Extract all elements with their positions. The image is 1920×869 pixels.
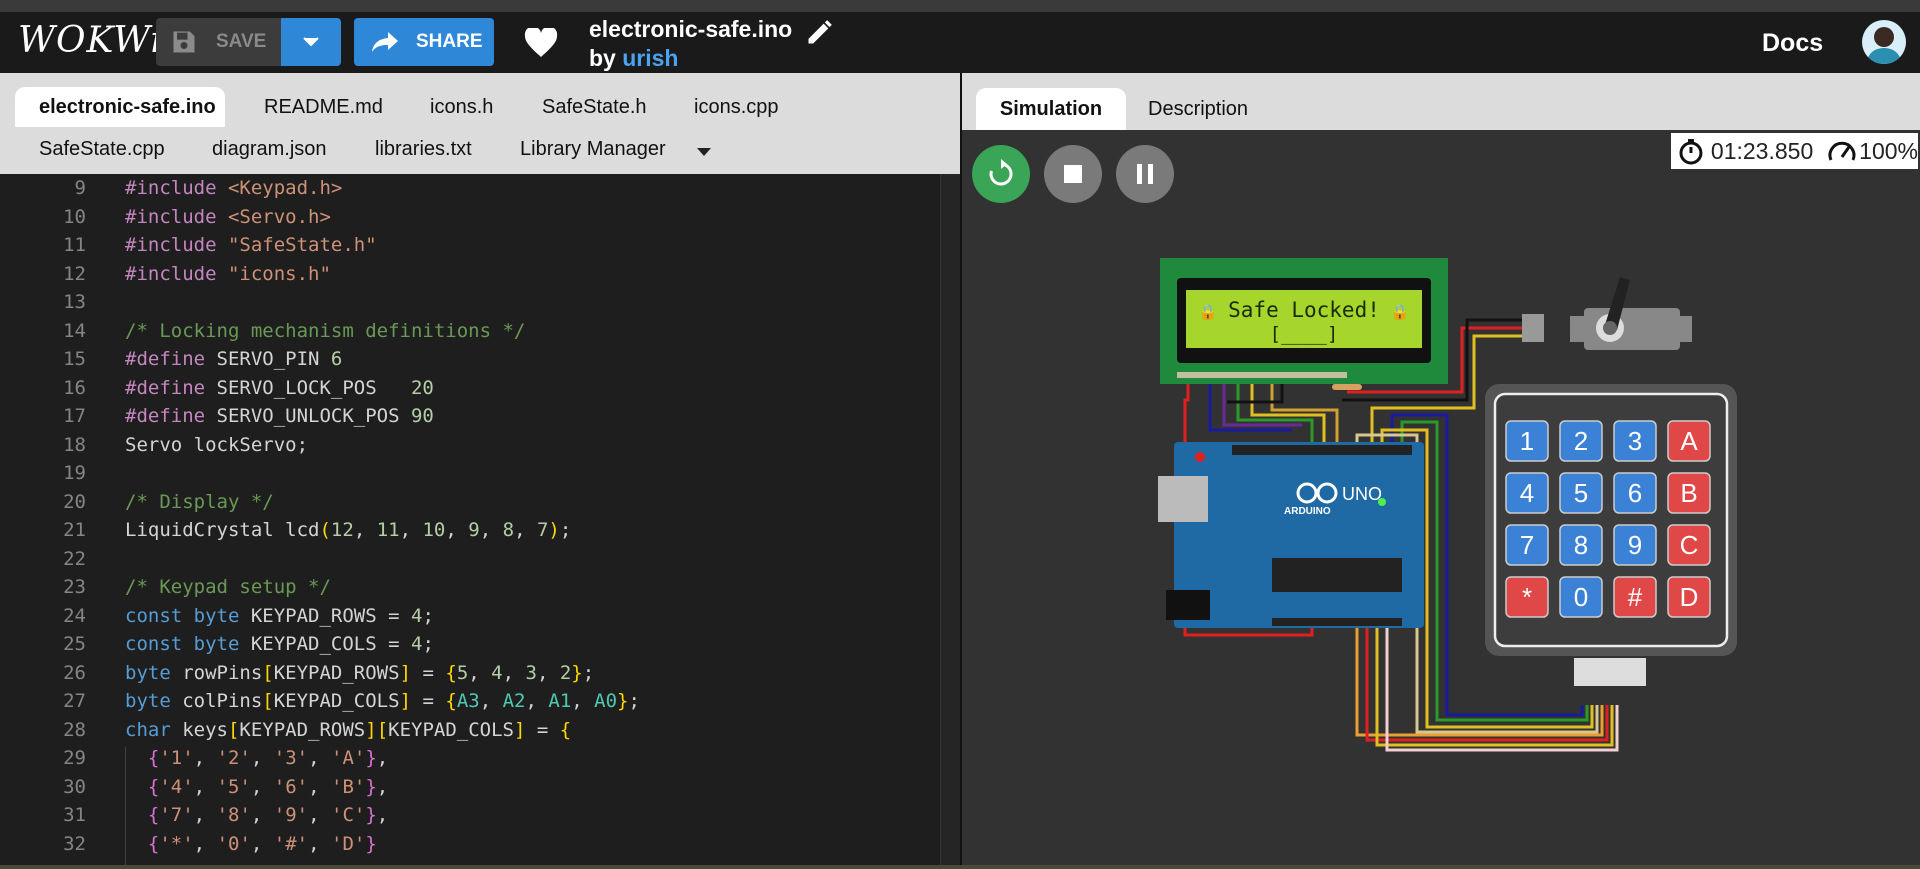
chevron-down-icon: [303, 37, 319, 47]
keypad-key-label: #: [1628, 582, 1643, 612]
editor-scrollbar[interactable]: [940, 174, 961, 869]
code-line: 26 byte rowPins[KEYPAD_ROWS] = {5, 4, 3, …: [63, 661, 595, 684]
status-strip: [0, 865, 1920, 869]
save-button[interactable]: SAVE: [156, 18, 281, 66]
tab-library-manager[interactable]: Library Manager: [520, 129, 666, 169]
tab-icons-h[interactable]: icons.h: [430, 87, 493, 127]
tab-description[interactable]: Description: [1148, 88, 1248, 130]
tab-label: electronic-safe.ino: [39, 96, 216, 118]
keypad-key-label: 9: [1628, 530, 1642, 560]
more-tabs-chevron-icon[interactable]: [696, 147, 712, 157]
code-line: 21 LiquidCrystal lcd(12, 11, 10, 9, 8, 7)…: [63, 519, 572, 541]
servo-motor: [1522, 277, 1692, 350]
share-button[interactable]: SHARE: [354, 18, 494, 66]
code-line: 12 #include "icons.h": [63, 262, 331, 285]
keypad-key-label: 4: [1520, 478, 1534, 508]
keypad-key-label: 8: [1574, 530, 1588, 560]
circuit-diagram: Safe Locked! [____] 🔒 🔒 UNO ARDUINO 1 2 …: [1158, 258, 1737, 752]
code-line: 30 {'4', '5', '6', 'B'},: [63, 775, 389, 798]
keypad-key-label: 3: [1628, 426, 1642, 456]
share-label: SHARE: [416, 31, 483, 52]
like-heart-icon[interactable]: [524, 26, 558, 63]
tab-safestate-cpp[interactable]: SafeState.cpp: [39, 129, 165, 169]
arduino-model-label: UNO: [1342, 484, 1382, 504]
code-line: 17 #define SERVO_UNLOCK_POS 90: [63, 405, 434, 427]
keypad-key-label: 5: [1574, 478, 1588, 508]
code-line: 9 #include <Keypad.h>: [74, 177, 343, 199]
tab-icons-cpp[interactable]: icons.cpp: [694, 87, 779, 127]
code-line: 13: [63, 291, 86, 313]
code-line: 16 #define SERVO_LOCK_POS 20: [63, 376, 434, 399]
code-line: 14/* Locking mechanism definitions */: [63, 319, 526, 342]
save-options-dropdown[interactable]: [281, 18, 341, 66]
lcd-line-2: [____]: [1270, 323, 1339, 345]
share-arrow-icon: [372, 32, 398, 52]
docs-link[interactable]: Docs: [1762, 29, 1823, 58]
save-label: SAVE: [216, 31, 267, 52]
arduino-brand-label: ARDUINO: [1284, 506, 1331, 517]
code-line: 32 {'*', '0', '#', 'D'}: [63, 832, 377, 855]
keypad-key-label: 2: [1574, 426, 1588, 456]
wokwi-logo[interactable]: WOKWi: [18, 20, 163, 61]
tab-libraries-txt[interactable]: libraries.txt: [375, 129, 472, 169]
code-line: 31 {'7', '8', '9', 'C'},: [63, 804, 389, 826]
indent-guide: [125, 747, 126, 867]
top-bar: WOKWi SAVE SHARE electronic-safe.ino by …: [0, 0, 1920, 73]
arduino-uno-board: UNO ARDUINO: [1158, 442, 1424, 628]
code-line: 15 #define SERVO_PIN 6: [63, 348, 343, 370]
code-line: 18 Servo lockServo;: [63, 433, 309, 456]
keypad-key-label: *: [1522, 582, 1532, 612]
tab-simulation[interactable]: Simulation: [976, 88, 1126, 130]
code-line: 10 #include <Servo.h>: [63, 205, 331, 228]
code-line: 27 byte colPins[KEYPAD_COLS] = {A3, A2, A…: [63, 690, 640, 712]
keypad-key-label: D: [1680, 582, 1699, 612]
resistor: [1332, 384, 1362, 390]
lock-icon: 🔒: [1199, 304, 1218, 321]
code-line: 24 const byte KEYPAD_ROWS = 4;: [63, 604, 434, 627]
keypad-key-label: 6: [1628, 478, 1642, 508]
code-line: 23/* Keypad setup */: [63, 576, 331, 598]
by-label: by: [589, 45, 616, 71]
keypad-key-label: 0: [1574, 582, 1588, 612]
project-title: electronic-safe.ino: [589, 16, 793, 42]
code-line: 11 #include "SafeState.h": [63, 234, 377, 256]
user-avatar[interactable]: [1862, 20, 1906, 64]
tab-electronic-safe-ino[interactable]: electronic-safe.ino: [15, 87, 225, 127]
code-editor[interactable]: 9 #include <Keypad.h> 10 #include <Servo.h…: [0, 174, 940, 869]
edit-pencil-icon[interactable]: [805, 19, 833, 52]
keypad-key-label: B: [1680, 478, 1697, 508]
floppy-disk-icon: [173, 31, 195, 53]
code-line: 22: [63, 547, 86, 570]
tab-diagram-json[interactable]: diagram.json: [212, 129, 327, 169]
tab-readme-md[interactable]: README.md: [264, 87, 383, 127]
keypad-key-label: A: [1680, 426, 1698, 456]
keypad-key-label: 1: [1520, 426, 1534, 456]
lcd-line-1: Safe Locked!: [1228, 298, 1380, 322]
keypad-key-label: 7: [1520, 530, 1534, 560]
keypad-key-label: C: [1680, 530, 1699, 560]
code-line: 28 char keys[KEYPAD_ROWS][KEYPAD_COLS] = …: [63, 718, 572, 741]
lcd-display: Safe Locked! [____] 🔒 🔒: [1160, 258, 1448, 390]
tab-safestate-h[interactable]: SafeState.h: [542, 87, 647, 127]
code-line: 29 {'1', '2', '3', 'A'},: [63, 747, 389, 769]
simulation-tabs: Simulation Description: [962, 73, 1920, 130]
author-link[interactable]: urish: [622, 45, 678, 71]
lock-icon: 🔒: [1391, 304, 1410, 321]
code-line: 19: [63, 462, 86, 484]
code-line: 20/* Display */: [63, 490, 274, 513]
editor-file-tabs: electronic-safe.ino README.md icons.h Sa…: [0, 73, 960, 174]
code-line: 25 const byte KEYPAD_COLS = 4;: [63, 633, 434, 655]
project-byline: by urish: [589, 45, 678, 72]
